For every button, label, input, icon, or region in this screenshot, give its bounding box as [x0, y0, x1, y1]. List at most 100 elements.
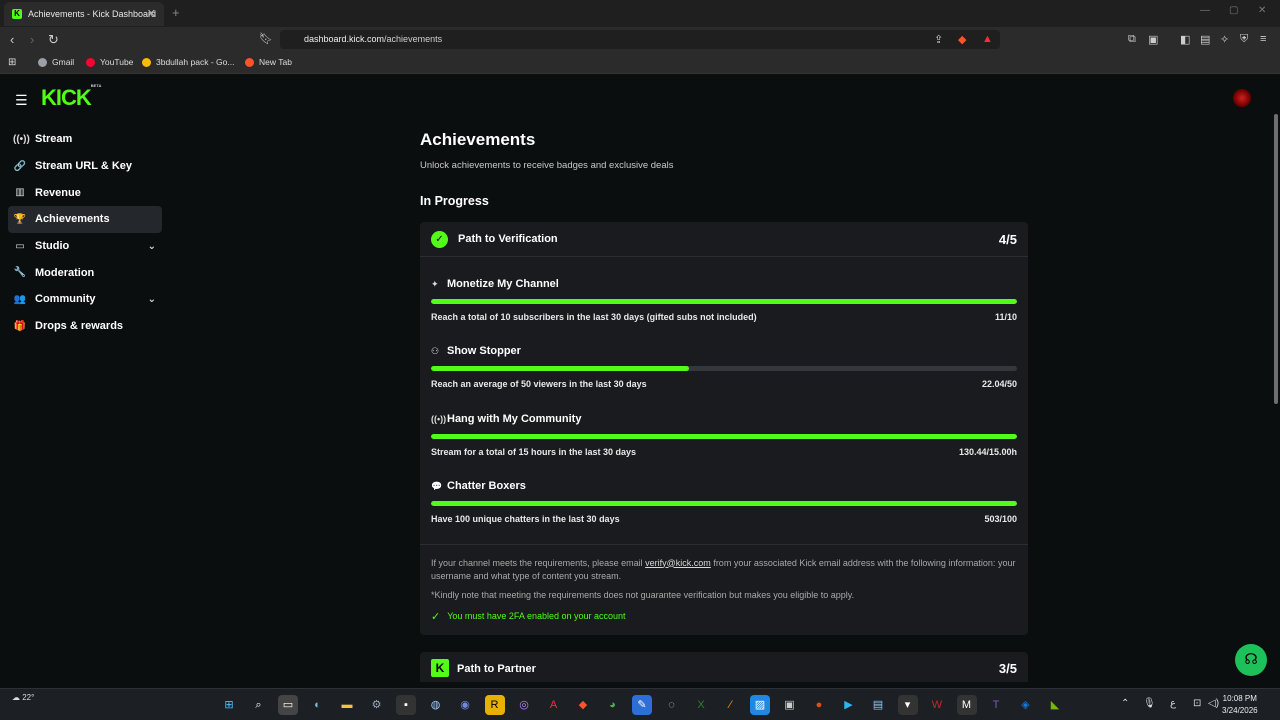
- gmail-icon: [38, 57, 47, 67]
- hamburger-menu-icon[interactable]: ☰: [15, 92, 28, 109]
- sidebar-item-studio[interactable]: ▭ Studio ⌄: [8, 233, 162, 260]
- terminal-icon[interactable]: ▪: [396, 695, 416, 715]
- achievement-name: ⚇ Show Stopper: [431, 345, 521, 358]
- sidebar-item-drops-rewards[interactable]: 🎁 Drops & rewards: [8, 313, 162, 340]
- user-avatar[interactable]: [1233, 89, 1251, 107]
- tab-title: Achievements - Kick Dashboard: [28, 9, 157, 19]
- search-icon[interactable]: ⌕: [249, 695, 269, 715]
- sidebar-item-revenue[interactable]: ▥ Revenue: [8, 179, 162, 206]
- page-subtitle: Unlock achievements to receive badges an…: [420, 160, 674, 171]
- settings-icon[interactable]: ⚙: [367, 695, 387, 715]
- achievement-name: 💬 Chatter Boxers: [431, 480, 526, 493]
- progress-bar: [431, 433, 1017, 439]
- kick-logo[interactable]: KICKBETA: [41, 83, 101, 111]
- achievement-list: ✦ Monetize My Channel Reach a total of 10 …: [420, 257, 1028, 539]
- media-icon[interactable]: ▶: [839, 695, 859, 715]
- wallet-icon[interactable]: ▣: [1148, 33, 1158, 46]
- trophy-icon: 🏆: [13, 213, 27, 225]
- leo-ai-icon[interactable]: ✧: [1220, 33, 1229, 46]
- bookmark-youtube[interactable]: YouTube: [86, 57, 133, 67]
- chevron-down-icon[interactable]: ⌄: [148, 294, 156, 305]
- bookmark-icon[interactable]: 🔖︎: [259, 32, 273, 45]
- app-blue-icon[interactable]: ✎: [632, 695, 652, 715]
- window-close-icon[interactable]: ✕: [1258, 5, 1266, 16]
- revenue-icon: ▥: [15, 187, 25, 199]
- excel-icon[interactable]: X: [691, 695, 711, 715]
- bookmark-drive[interactable]: 3bdullah pack - Go...: [142, 57, 234, 67]
- app-purple-icon[interactable]: ◎: [514, 695, 534, 715]
- steam-icon[interactable]: ◍: [426, 695, 446, 715]
- tray-chevron-icon[interactable]: ⌃: [1121, 698, 1129, 709]
- new-tab-button[interactable]: +: [172, 5, 180, 20]
- chrome-icon[interactable]: ◕: [603, 695, 623, 715]
- app-shield-icon[interactable]: ◈: [1016, 695, 1036, 715]
- task-view-icon[interactable]: ▭: [278, 695, 298, 715]
- scrollbar[interactable]: [1274, 114, 1278, 404]
- minimize-icon[interactable]: —: [1200, 5, 1210, 16]
- browser-tab[interactable]: K Achievements - Kick Dashboard ✕: [4, 2, 164, 26]
- vpn-icon[interactable]: ⛨: [1240, 33, 1248, 46]
- taskbar-clock[interactable]: 10:08 PM 3/24/2026: [1222, 693, 1258, 717]
- app-w-icon[interactable]: W: [927, 695, 947, 715]
- reload-icon[interactable]: ↻: [48, 32, 59, 48]
- copilot-icon[interactable]: ◐: [308, 695, 328, 715]
- teams-icon[interactable]: T: [986, 695, 1006, 715]
- app-red-icon[interactable]: A: [544, 695, 564, 715]
- nvidia-icon[interactable]: ◣: [1045, 695, 1065, 715]
- url-field[interactable]: dashboard.kick.com/achievements: [280, 30, 1000, 49]
- bookmark-gmail[interactable]: Gmail: [38, 57, 74, 67]
- sidebar-item-stream[interactable]: ((•)) Stream: [8, 126, 162, 153]
- maximize-icon[interactable]: ▢: [1229, 5, 1238, 16]
- back-icon[interactable]: ‹: [10, 32, 14, 47]
- sidebar-item-stream-url-key[interactable]: 🔗 Stream URL & Key: [8, 153, 162, 180]
- volume-icon[interactable]: ◁): [1208, 698, 1219, 709]
- brave-rewards-icon[interactable]: ▲: [982, 33, 993, 45]
- file-explorer-icon[interactable]: ▬: [337, 695, 357, 715]
- verified-badge-icon: ✓: [431, 230, 448, 248]
- start-icon[interactable]: ⊞: [219, 695, 239, 715]
- gift-icon: 🎁: [13, 320, 27, 332]
- app-m-icon[interactable]: M: [956, 695, 977, 715]
- extensions-icon[interactable]: ⧉: [1128, 33, 1136, 46]
- achievement-progress: 503/100: [984, 514, 1017, 525]
- app-r-icon[interactable]: R: [484, 695, 505, 715]
- verify-email-link[interactable]: verify@kick.com: [645, 558, 711, 568]
- app-circle-icon[interactable]: ●: [809, 695, 829, 715]
- brave-taskbar-icon[interactable]: ◆: [573, 695, 593, 715]
- chevron-down-icon[interactable]: ⌄: [148, 241, 156, 252]
- network-icon[interactable]: ⊡: [1193, 698, 1201, 709]
- app-orange-icon[interactable]: ∕: [721, 695, 741, 715]
- notepad-icon[interactable]: ▤: [868, 695, 888, 715]
- sidebar-item-community[interactable]: 👥 Community ⌄: [8, 286, 162, 313]
- photos-icon[interactable]: ▨: [750, 695, 770, 715]
- verification-card: ✓ Path to Verification 4/5 ✦ Monetize My …: [420, 222, 1028, 635]
- store-icon[interactable]: ▣: [780, 695, 800, 715]
- sidebar: ((•)) Stream 🔗 Stream URL & Key ▥ Revenue 🏆…: [8, 126, 162, 340]
- sidebar-toggle-icon[interactable]: ◧: [1180, 33, 1190, 46]
- achievement-progress: 11/10: [994, 312, 1017, 322]
- bookmark-newtab[interactable]: New Tab: [245, 57, 292, 67]
- app-dark-icon[interactable]: ▾: [897, 695, 918, 715]
- twofa-requirement: ✓ You must have 2FA enabled on your accou…: [431, 610, 626, 623]
- obs-icon[interactable]: ◌: [662, 695, 682, 715]
- check-icon: ✓: [431, 610, 441, 623]
- microphone-icon[interactable]: 🎙︎: [1143, 698, 1156, 709]
- brave-shields-icon[interactable]: ◆: [958, 33, 966, 46]
- progress-fill: [431, 299, 1017, 304]
- sidebar-item-moderation[interactable]: 🔧 Moderation: [8, 259, 162, 286]
- url-host: dashboard.kick.com: [304, 34, 385, 44]
- achievement-row: ((•)) Hang with My Community Stream for a …: [431, 404, 1017, 471]
- language-icon[interactable]: ع: [1170, 698, 1176, 709]
- share-icon[interactable]: ⇪: [934, 33, 943, 46]
- apps-grid-icon[interactable]: ⊞: [8, 57, 16, 68]
- support-chat-button[interactable]: ☊: [1235, 644, 1267, 676]
- menu-icon[interactable]: ≡: [1260, 33, 1266, 45]
- progress-bar: [431, 299, 1017, 304]
- forward-icon[interactable]: ›: [30, 32, 34, 47]
- wallet2-icon[interactable]: ▤: [1200, 33, 1210, 46]
- weather-widget[interactable]: ☁ 22°: [12, 693, 34, 702]
- achievement-row: ⚇ Show Stopper Reach an average of 50 view…: [431, 336, 1017, 403]
- tab-close-icon[interactable]: ✕: [147, 7, 156, 20]
- discord-icon[interactable]: ◉: [455, 695, 475, 715]
- sidebar-item-achievements[interactable]: 🏆 Achievements: [8, 206, 162, 233]
